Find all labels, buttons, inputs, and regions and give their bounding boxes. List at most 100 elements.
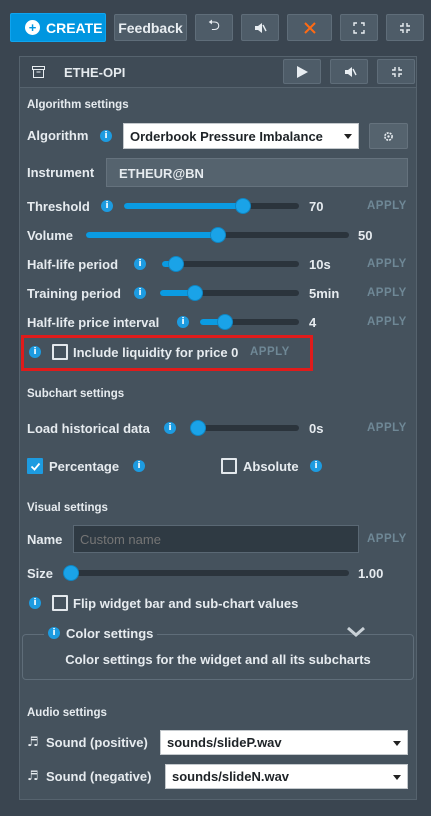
chevron-down-icon bbox=[393, 740, 401, 746]
info-icon[interactable]: i bbox=[133, 460, 145, 472]
widget-title: ETHE-OPI bbox=[64, 65, 126, 80]
info-icon[interactable]: i bbox=[310, 460, 322, 472]
highlight-box bbox=[21, 335, 313, 371]
half-life-price-interval-label: Half-life price interval bbox=[27, 315, 160, 330]
volume-value: 50 bbox=[358, 228, 373, 243]
training-period-slider[interactable] bbox=[160, 286, 299, 300]
music-note-icon: ♬ bbox=[27, 769, 39, 784]
widget-collapse-button[interactable] bbox=[377, 59, 415, 84]
gear-icon bbox=[384, 132, 393, 141]
load-historical-label: Load historical data bbox=[27, 421, 150, 436]
info-icon[interactable]: i bbox=[29, 597, 41, 609]
name-apply-button[interactable]: APPLY bbox=[367, 533, 407, 545]
feedback-label: Feedback bbox=[118, 19, 183, 36]
sound-positive-value: sounds/slideP.wav bbox=[167, 735, 282, 750]
sound-negative-value: sounds/slideN.wav bbox=[172, 769, 290, 784]
half-life-period-label: Half-life period bbox=[27, 257, 119, 272]
create-button[interactable]: + CREATE bbox=[10, 13, 106, 42]
volume-slider-thumb[interactable] bbox=[210, 228, 225, 242]
load-historical-slider[interactable] bbox=[191, 421, 299, 435]
audio-settings-heading: Audio settings bbox=[27, 707, 107, 719]
info-icon[interactable]: i bbox=[177, 316, 189, 328]
play-icon bbox=[297, 66, 308, 78]
info-icon[interactable]: i bbox=[134, 258, 146, 270]
create-label: CREATE bbox=[46, 19, 103, 36]
color-settings-legend[interactable]: i Color settings bbox=[44, 624, 158, 642]
chevron-down-icon bbox=[344, 134, 352, 139]
chevron-down-icon[interactable] bbox=[346, 626, 366, 638]
instrument-field[interactable]: ETHEUR@BN bbox=[106, 158, 408, 187]
half-life-period-slider-thumb[interactable] bbox=[168, 257, 183, 271]
size-value: 1.00 bbox=[358, 566, 384, 581]
music-note-icon: ♬ bbox=[27, 735, 39, 750]
close-button[interactable] bbox=[287, 14, 332, 41]
sound-negative-label: Sound (negative) bbox=[46, 769, 152, 784]
mute-icon bbox=[345, 67, 357, 77]
training-period-value: 5min bbox=[309, 286, 340, 301]
threshold-slider-thumb[interactable] bbox=[236, 199, 250, 213]
algorithm-settings-button[interactable] bbox=[369, 123, 408, 149]
half-life-price-interval-slider[interactable] bbox=[200, 315, 299, 329]
visual-settings-heading: Visual settings bbox=[27, 502, 108, 514]
algorithm-select[interactable]: Orderbook Pressure Imbalance bbox=[123, 123, 359, 149]
collapse-button[interactable] bbox=[386, 14, 424, 41]
half-life-price-interval-value: 4 bbox=[309, 315, 317, 330]
percentage-label: Percentage bbox=[49, 459, 120, 474]
collapse-icon bbox=[400, 22, 410, 33]
fullscreen-button[interactable] bbox=[340, 14, 378, 41]
plus-icon: + bbox=[25, 20, 40, 35]
info-icon[interactable]: i bbox=[48, 627, 60, 639]
custom-name-input[interactable] bbox=[73, 525, 359, 553]
color-settings-title: Color settings bbox=[66, 625, 154, 641]
threshold-slider-fill bbox=[124, 203, 243, 209]
info-icon[interactable]: i bbox=[101, 200, 113, 212]
half-life-period-apply-button[interactable]: APPLY bbox=[367, 258, 407, 270]
half-life-price-interval-apply-button[interactable]: APPLY bbox=[367, 316, 407, 328]
size-slider[interactable] bbox=[64, 566, 349, 580]
chevron-down-icon bbox=[393, 774, 401, 780]
flip-checkbox[interactable] bbox=[52, 595, 68, 611]
widget-header: ETHE-OPI bbox=[20, 57, 416, 88]
color-settings-description: Color settings for the widget and all it… bbox=[65, 652, 371, 667]
load-historical-slider-thumb[interactable] bbox=[191, 421, 205, 435]
training-period-apply-button[interactable]: APPLY bbox=[367, 287, 407, 299]
load-historical-value: 0s bbox=[309, 421, 324, 436]
half-life-period-slider[interactable] bbox=[162, 257, 299, 271]
name-label: Name bbox=[27, 532, 63, 547]
info-icon[interactable]: i bbox=[164, 422, 176, 434]
undo-icon: ⮌ bbox=[207, 16, 220, 34]
mute-icon bbox=[255, 22, 267, 33]
volume-label: Volume bbox=[27, 228, 73, 243]
volume-slider-fill bbox=[86, 232, 218, 238]
volume-slider[interactable] bbox=[86, 228, 349, 242]
size-slider-thumb[interactable] bbox=[64, 566, 78, 580]
sound-positive-select[interactable]: sounds/slideP.wav bbox=[160, 730, 408, 755]
undo-button[interactable]: ⮌ bbox=[195, 14, 233, 41]
widget-mute-button[interactable] bbox=[330, 59, 368, 84]
feedback-button[interactable]: Feedback bbox=[114, 14, 187, 41]
threshold-slider[interactable] bbox=[124, 199, 299, 213]
algorithm-label: Algorithm bbox=[27, 128, 89, 143]
threshold-label: Threshold bbox=[27, 199, 90, 214]
threshold-value: 70 bbox=[309, 199, 324, 214]
training-period-slider-thumb[interactable] bbox=[187, 286, 202, 300]
info-icon[interactable]: i bbox=[100, 130, 112, 142]
play-button[interactable] bbox=[283, 59, 321, 84]
absolute-checkbox[interactable] bbox=[221, 458, 237, 474]
threshold-apply-button[interactable]: APPLY bbox=[367, 200, 407, 212]
size-label: Size bbox=[27, 566, 54, 581]
archive-icon bbox=[32, 66, 45, 78]
subchart-settings-heading: Subchart settings bbox=[27, 388, 125, 400]
half-life-period-value: 10s bbox=[309, 257, 331, 272]
half-life-price-interval-slider-thumb[interactable] bbox=[217, 315, 232, 329]
algorithm-settings-heading: Algorithm settings bbox=[27, 99, 129, 111]
percentage-checkbox[interactable] bbox=[27, 458, 43, 474]
info-icon[interactable]: i bbox=[134, 287, 146, 299]
sound-positive-label: Sound (positive) bbox=[46, 735, 148, 750]
algorithm-select-value: Orderbook Pressure Imbalance bbox=[130, 128, 323, 144]
load-historical-apply-button[interactable]: APPLY bbox=[367, 422, 407, 434]
mute-button[interactable] bbox=[241, 14, 279, 41]
instrument-value: ETHEUR@BN bbox=[119, 166, 204, 181]
flip-label: Flip widget bar and sub-chart values bbox=[73, 596, 299, 611]
sound-negative-select[interactable]: sounds/slideN.wav bbox=[165, 764, 408, 789]
